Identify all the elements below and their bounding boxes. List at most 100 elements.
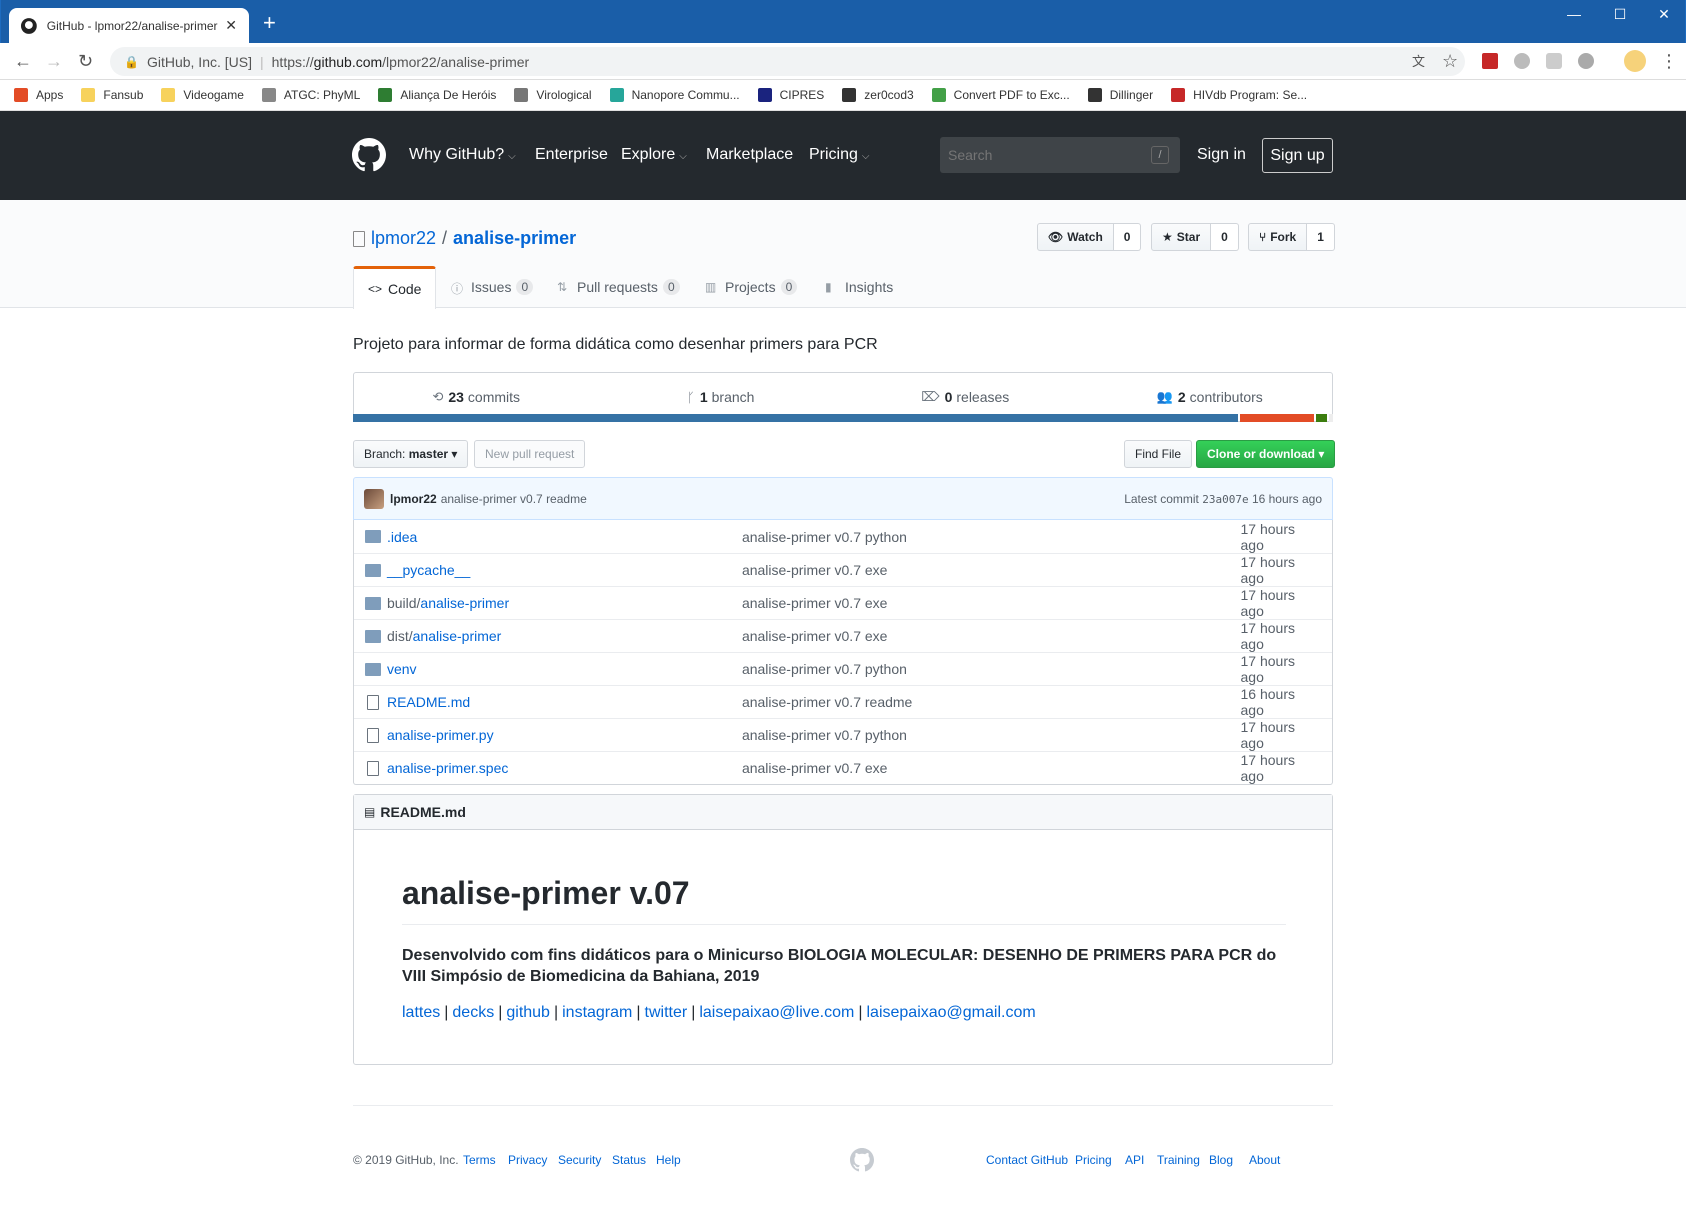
tab-projects[interactable]: ▥ Projects 0 bbox=[705, 266, 798, 308]
extension-gray-icon[interactable] bbox=[1514, 53, 1530, 69]
menu-kebab-icon[interactable]: ⋮ bbox=[1660, 51, 1678, 72]
clone-or-download-button[interactable]: Clone or download ▾ bbox=[1196, 440, 1336, 468]
nav-why-github[interactable]: Why GitHub? ⌵ bbox=[409, 146, 516, 164]
nav-enterprise[interactable]: Enterprise bbox=[535, 146, 608, 164]
file-commit-message[interactable]: analise-primer v0.7 python bbox=[742, 529, 1241, 545]
footer-link[interactable]: API bbox=[1125, 1153, 1144, 1167]
fork-count[interactable]: 1 bbox=[1307, 223, 1335, 251]
nav-explore[interactable]: Explore ⌵ bbox=[621, 146, 687, 164]
extension-circle-icon[interactable] bbox=[1578, 53, 1594, 69]
tab-pull-requests[interactable]: ⇅ Pull requests 0 bbox=[557, 266, 680, 308]
bookmark-item[interactable]: Apps bbox=[14, 88, 63, 102]
readme-link[interactable]: laisepaixao@live.com bbox=[699, 1004, 854, 1021]
bookmark-item[interactable]: CIPRES bbox=[757, 88, 824, 102]
commit-author[interactable]: lpmor22 bbox=[390, 492, 437, 506]
file-commit-message[interactable]: analise-primer v0.7 exe bbox=[742, 595, 1241, 611]
sign-in-link[interactable]: Sign in bbox=[1197, 146, 1246, 164]
commit-sha[interactable]: 23a007e bbox=[1202, 493, 1248, 506]
bookmark-item[interactable]: ATGC: PhyML bbox=[261, 88, 360, 102]
watch-count[interactable]: 0 bbox=[1113, 223, 1142, 251]
file-commit-message[interactable]: analise-primer v0.7 exe bbox=[742, 562, 1241, 578]
file-commit-message[interactable]: analise-primer v0.7 readme bbox=[742, 694, 1241, 710]
close-tab-icon[interactable]: ✕ bbox=[225, 17, 237, 34]
file-name[interactable]: README.md bbox=[387, 694, 742, 710]
repo-name-link[interactable]: analise-primer bbox=[453, 228, 576, 249]
extension-m-icon[interactable] bbox=[1482, 53, 1498, 69]
bookmark-star-icon[interactable]: ☆ bbox=[1442, 51, 1458, 72]
bookmark-item[interactable]: HIVdb Program: Se... bbox=[1171, 88, 1307, 102]
bookmark-item[interactable]: Aliança De Heróis bbox=[378, 88, 496, 102]
watch-button[interactable]: 👁 Watch bbox=[1037, 223, 1114, 251]
footer-link[interactable]: Help bbox=[656, 1153, 681, 1167]
readme-link[interactable]: decks bbox=[452, 1004, 494, 1021]
bookmark-item[interactable]: Nanopore Commu... bbox=[609, 88, 740, 102]
footer-link[interactable]: Blog bbox=[1209, 1153, 1233, 1167]
github-mark-icon[interactable] bbox=[850, 1148, 874, 1172]
branch-select-button[interactable]: Branch: master ▾ bbox=[353, 440, 469, 468]
file-name[interactable]: analise-primer.spec bbox=[387, 760, 742, 776]
readme-link[interactable]: lattes bbox=[402, 1004, 440, 1021]
file-age: 17 hours ago bbox=[1240, 653, 1295, 685]
readme-link[interactable]: github bbox=[506, 1004, 550, 1021]
new-tab-button[interactable]: + bbox=[263, 12, 276, 34]
reload-icon[interactable]: ↻ bbox=[78, 51, 93, 72]
bookmark-item[interactable]: Dillinger bbox=[1087, 88, 1153, 102]
browser-tab[interactable]: GitHub - lpmor22/analise-primer ✕ bbox=[9, 8, 249, 43]
repo-owner-link[interactable]: lpmor22 bbox=[371, 228, 436, 249]
footer-link[interactable]: Training bbox=[1157, 1153, 1200, 1167]
file-name[interactable]: .idea bbox=[387, 529, 742, 545]
minimize-icon[interactable]: — bbox=[1551, 6, 1597, 22]
close-window-icon[interactable]: ✕ bbox=[1641, 6, 1686, 23]
file-commit-message[interactable]: analise-primer v0.7 python bbox=[742, 727, 1241, 743]
footer-link[interactable]: Pricing bbox=[1075, 1153, 1112, 1167]
commit-message[interactable]: analise-primer v0.7 readme bbox=[441, 492, 587, 506]
bookmark-item[interactable]: Fansub bbox=[81, 88, 143, 102]
profile-avatar-icon[interactable] bbox=[1624, 50, 1646, 72]
bookmark-item[interactable]: Convert PDF to Exc... bbox=[931, 88, 1070, 102]
footer-link[interactable]: Terms bbox=[463, 1153, 496, 1167]
file-name[interactable]: __pycache__ bbox=[387, 562, 742, 578]
language-segment[interactable] bbox=[1239, 414, 1315, 422]
translate-icon[interactable]: 文 bbox=[1412, 51, 1425, 70]
file-name[interactable]: venv bbox=[387, 661, 742, 677]
file-commit-message[interactable]: analise-primer v0.7 exe bbox=[742, 760, 1241, 776]
language-segment[interactable] bbox=[1316, 414, 1328, 422]
footer-link[interactable]: About bbox=[1249, 1153, 1280, 1167]
bookmark-item[interactable]: Videogame bbox=[161, 88, 244, 102]
find-file-button[interactable]: Find File bbox=[1124, 440, 1193, 468]
github-logo-icon[interactable] bbox=[352, 138, 386, 172]
language-bar[interactable] bbox=[353, 414, 1333, 422]
readme-link[interactable]: laisepaixao@gmail.com bbox=[866, 1004, 1035, 1021]
address-bar[interactable]: 🔒 GitHub, Inc. [US] | https://github.com… bbox=[110, 47, 1465, 76]
file-name[interactable]: dist/analise-primer bbox=[387, 628, 742, 644]
readme-link[interactable]: twitter bbox=[645, 1004, 688, 1021]
star-count[interactable]: 0 bbox=[1211, 223, 1239, 251]
file-name[interactable]: analise-primer.py bbox=[387, 727, 742, 743]
file-commit-message[interactable]: analise-primer v0.7 python bbox=[742, 661, 1241, 677]
tab-insights[interactable]: ▮ Insights bbox=[825, 266, 893, 308]
maximize-icon[interactable]: ☐ bbox=[1597, 6, 1643, 23]
bookmark-item[interactable]: Virological bbox=[514, 88, 592, 102]
readme-link[interactable]: instagram bbox=[562, 1004, 632, 1021]
extension-cast-icon[interactable] bbox=[1546, 53, 1562, 69]
new-pull-request-button[interactable]: New pull request bbox=[474, 440, 586, 468]
avatar[interactable] bbox=[364, 488, 384, 509]
nav-marketplace[interactable]: Marketplace bbox=[706, 146, 793, 164]
sign-up-button[interactable]: Sign up bbox=[1262, 138, 1333, 173]
nav-pricing[interactable]: Pricing ⌵ bbox=[809, 146, 870, 164]
footer-link[interactable]: Privacy bbox=[508, 1153, 547, 1167]
footer-link[interactable]: Security bbox=[558, 1153, 601, 1167]
star-button[interactable]: ★ Star bbox=[1151, 223, 1212, 251]
fork-button[interactable]: ⑂ Fork bbox=[1248, 223, 1308, 251]
tab-issues[interactable]: ⓘ Issues 0 bbox=[451, 266, 534, 308]
footer-link[interactable]: Status bbox=[612, 1153, 646, 1167]
forward-icon[interactable]: → bbox=[45, 51, 63, 72]
bookmark-item[interactable]: zer0cod3 bbox=[842, 88, 914, 102]
tab-code[interactable]: <> Code bbox=[353, 266, 437, 309]
language-segment[interactable] bbox=[353, 414, 1238, 422]
file-commit-message[interactable]: analise-primer v0.7 exe bbox=[742, 628, 1241, 644]
footer-link[interactable]: Contact GitHub bbox=[986, 1153, 1068, 1167]
search-input[interactable] bbox=[940, 137, 1180, 173]
back-icon[interactable]: ← bbox=[14, 51, 32, 72]
file-name[interactable]: build/analise-primer bbox=[387, 595, 742, 611]
